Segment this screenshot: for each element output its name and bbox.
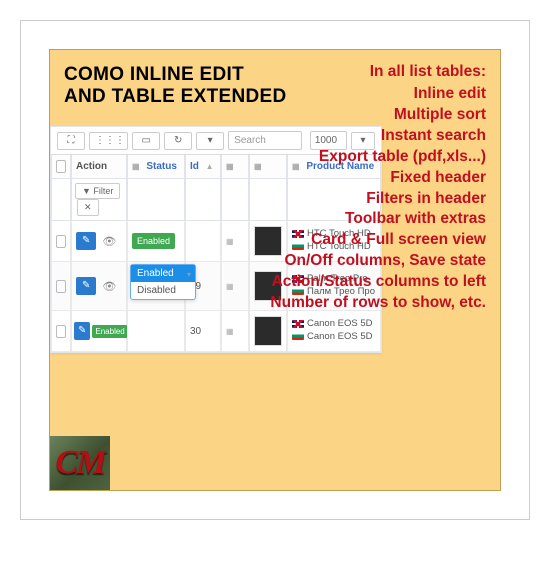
filter-spacer: [51, 179, 71, 221]
row-status[interactable]: [127, 311, 185, 352]
header-status[interactable]: ▦ Status: [127, 155, 185, 179]
edit-button[interactable]: ✎: [74, 322, 90, 340]
view-button[interactable]: 👁: [98, 231, 120, 252]
edit-button[interactable]: ✎: [76, 277, 96, 295]
frame: COMO INLINE EDIT AND TABLE EXTENDED In a…: [20, 20, 530, 520]
row-status[interactable]: Enabled: [127, 221, 185, 262]
fullscreen-icon[interactable]: ⛶: [57, 132, 85, 150]
card-view-icon[interactable]: ▭: [132, 132, 160, 150]
header-image[interactable]: ▦: [221, 155, 249, 179]
promo-box: COMO INLINE EDIT AND TABLE EXTENDED In a…: [49, 49, 501, 491]
feature-item: Number of rows to show, etc.: [270, 293, 486, 314]
columns-icon[interactable]: ⋮⋮⋮: [89, 132, 128, 150]
select-all-checkbox[interactable]: [51, 155, 71, 179]
header-id[interactable]: Id ▲: [185, 155, 221, 179]
edit-button[interactable]: ✎: [76, 232, 96, 250]
status-badge: Enabled: [92, 325, 127, 338]
header-status-label: Status: [146, 161, 177, 172]
feature-heading: In all list tables:: [270, 62, 486, 83]
row-id[interactable]: 30: [185, 311, 221, 352]
product-name-en: Canon EOS 5D: [307, 318, 372, 329]
filter-img: [221, 179, 249, 221]
row-product-name[interactable]: Canon EOS 5D Canon EOS 5D: [287, 311, 381, 352]
header-action: Action: [71, 155, 127, 179]
logo-box: CM: [50, 436, 110, 490]
row-checkbox[interactable]: [51, 262, 71, 311]
filter-actions: ▼ Filter✕: [71, 179, 127, 221]
row-thumb[interactable]: [249, 311, 287, 352]
product-name-alt: Canon EOS 5D: [307, 331, 372, 342]
feature-item: Card & Full screen view: [270, 230, 486, 251]
row-img[interactable]: ▦: [221, 311, 249, 352]
flag-bg-icon: [292, 332, 304, 340]
filter-id[interactable]: [185, 179, 221, 221]
row-checkbox[interactable]: [51, 221, 71, 262]
feature-item: On/Off columns, Save state: [270, 251, 486, 272]
status-badge: Enabled: [132, 233, 175, 249]
filter-label: Filter: [93, 186, 113, 196]
feature-list: In all list tables: Inline edit Multiple…: [270, 62, 486, 314]
feature-item: Multiple sort: [270, 105, 486, 126]
flag-uk-icon: [292, 320, 304, 328]
row-checkbox[interactable]: [51, 311, 71, 352]
row-img[interactable]: ▦: [221, 221, 249, 262]
export-icon[interactable]: ▾: [196, 132, 224, 150]
status-dropdown[interactable]: Enabled Disabled ▾: [130, 264, 196, 300]
row-status-editing[interactable]: Enabled Disabled ▾: [127, 262, 185, 311]
row-actions: ✎ 👁: [71, 221, 127, 262]
row-actions: ✎ Enabled: [71, 311, 127, 352]
logo-text: CM: [56, 444, 105, 482]
feature-item: Toolbar with extras: [270, 209, 486, 230]
header-id-label: Id: [190, 161, 199, 172]
view-button[interactable]: 👁: [98, 276, 120, 297]
logo: CM: [50, 436, 110, 490]
filter-apply-button[interactable]: ▼ Filter: [75, 183, 120, 199]
feature-item: Inline edit: [270, 84, 486, 105]
status-option-disabled[interactable]: Disabled: [131, 282, 195, 299]
feature-item: Action/Status columns to left: [270, 272, 486, 293]
chevron-down-icon: ▾: [187, 270, 191, 279]
filter-status[interactable]: [127, 179, 185, 221]
feature-item: Filters in header: [270, 189, 486, 210]
feature-item: Export table (pdf,xls...): [270, 147, 486, 168]
feature-item: Instant search: [270, 126, 486, 147]
feature-item: Fixed header: [270, 168, 486, 189]
row-id[interactable]: [185, 221, 221, 262]
filter-clear-button[interactable]: ✕: [77, 199, 99, 216]
product-thumbnail: [254, 316, 282, 346]
row-img[interactable]: ▦: [221, 262, 249, 311]
table-row: ✎ Enabled 30 ▦ Canon EOS 5D Canon EOS 5D: [51, 311, 381, 352]
row-actions: ✎ 👁: [71, 262, 127, 311]
refresh-icon[interactable]: ↻: [164, 132, 192, 150]
status-option-enabled[interactable]: Enabled: [131, 265, 195, 282]
